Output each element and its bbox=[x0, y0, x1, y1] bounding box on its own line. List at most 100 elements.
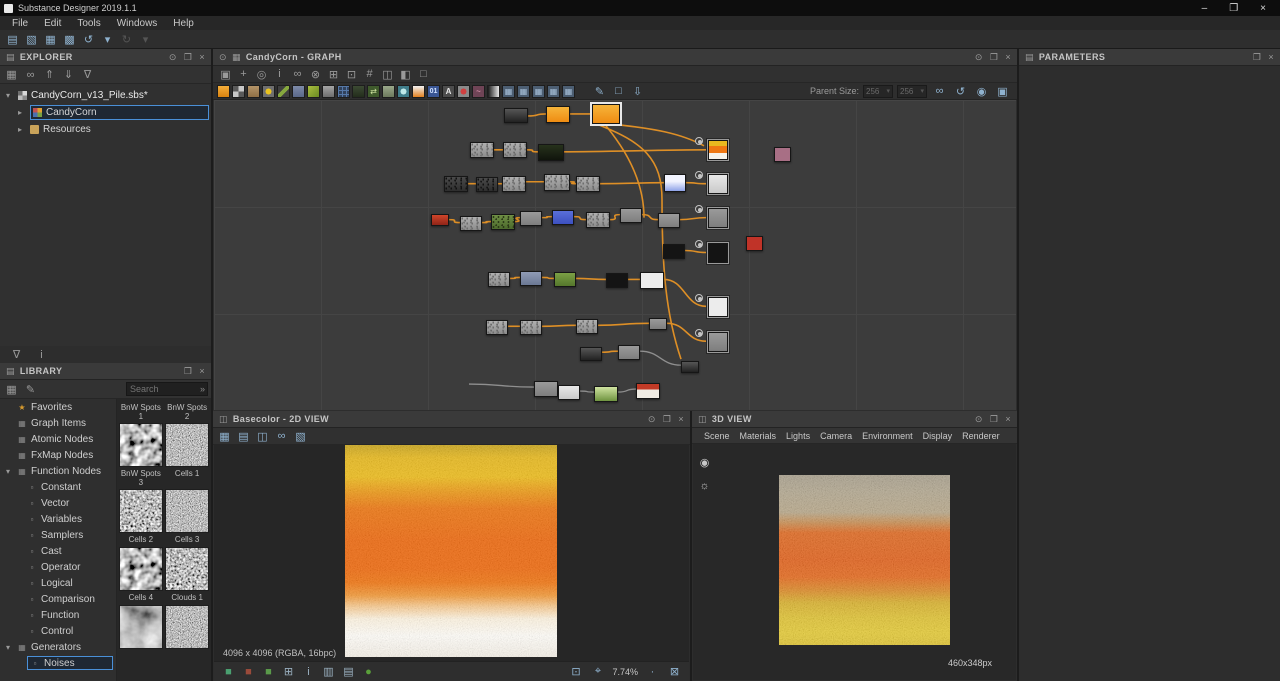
channel-red-icon[interactable]: ■ bbox=[240, 664, 257, 680]
library-thumbnail[interactable] bbox=[119, 423, 163, 467]
link-mode-icon[interactable]: ∞ bbox=[289, 66, 306, 82]
graph-node[interactable] bbox=[538, 144, 564, 161]
shape-node-icon[interactable] bbox=[397, 85, 410, 98]
graph-node[interactable] bbox=[664, 174, 686, 192]
graph-node[interactable] bbox=[444, 176, 468, 192]
gradient-map-node-icon[interactable] bbox=[487, 85, 500, 98]
fxmap-node-icon[interactable]: ▦ bbox=[502, 85, 515, 98]
graph-node[interactable] bbox=[618, 345, 640, 360]
minimize-button[interactable]: – bbox=[1202, 3, 1208, 14]
text-node-icon[interactable]: A bbox=[442, 85, 455, 98]
undo-menu-icon[interactable]: ▾ bbox=[99, 31, 116, 47]
pixel-processor-node-icon[interactable]: ▦ bbox=[562, 85, 575, 98]
comment-icon[interactable]: ✎ bbox=[591, 83, 608, 99]
panel-menu-icon[interactable]: ▤ bbox=[1025, 52, 1034, 63]
view2d-tab-title[interactable]: Basecolor - 2D VIEW bbox=[233, 414, 329, 424]
library-category-favorites[interactable]: ★Favorites bbox=[0, 399, 116, 415]
graph-node[interactable] bbox=[658, 213, 680, 228]
library-thumbnail[interactable] bbox=[165, 423, 209, 467]
graph-node[interactable] bbox=[476, 177, 498, 192]
panel-menu-icon[interactable]: ▤ bbox=[6, 52, 15, 63]
link-views-icon[interactable]: ∞ bbox=[273, 428, 290, 444]
export-icon[interactable]: ⇓ bbox=[60, 67, 77, 83]
library-category-cast[interactable]: ▫Cast bbox=[0, 543, 116, 559]
panel-menu-icon[interactable]: ▤ bbox=[6, 366, 15, 377]
blend-node-icon[interactable] bbox=[232, 85, 245, 98]
slope-blur-node-icon[interactable] bbox=[277, 85, 290, 98]
graph-node[interactable] bbox=[708, 243, 728, 263]
directional-warp-node-icon[interactable] bbox=[292, 85, 305, 98]
graph-canvas[interactable] bbox=[214, 100, 1016, 410]
compare-icon[interactable]: ◫ bbox=[379, 66, 396, 82]
fxmap-quadrant-node-icon[interactable]: ▦ bbox=[517, 85, 530, 98]
unlink-icon[interactable]: ⊗ bbox=[307, 66, 324, 82]
library-edit-icon[interactable]: ✎ bbox=[22, 381, 39, 397]
link-size-icon[interactable]: ∞ bbox=[931, 83, 948, 99]
pixel-perfect-icon[interactable]: # bbox=[361, 66, 378, 82]
mirror-node-icon[interactable] bbox=[382, 85, 395, 98]
graph-node[interactable] bbox=[636, 383, 660, 399]
restore-button[interactable]: ❐ bbox=[1229, 3, 1238, 14]
dropper-icon[interactable]: ◉ bbox=[973, 83, 990, 99]
gradient-node-icon[interactable] bbox=[412, 85, 425, 98]
camera-icon[interactable]: ◉ bbox=[696, 454, 713, 470]
zoom-tool-icon[interactable]: ◎ bbox=[253, 66, 270, 82]
graph-node[interactable] bbox=[488, 272, 510, 287]
caret-down-icon[interactable]: ▾ bbox=[6, 91, 14, 100]
library-category-graph-items[interactable]: ▦Graph Items bbox=[0, 415, 116, 431]
view3d-menu-scene[interactable]: Scene bbox=[700, 431, 734, 441]
snapshot-icon[interactable]: ▣ bbox=[994, 83, 1011, 99]
graph-node[interactable] bbox=[576, 319, 598, 334]
graph-node[interactable] bbox=[774, 147, 791, 162]
caret-down-icon[interactable]: ▾ bbox=[6, 467, 13, 476]
lock-zoom-icon[interactable]: ⊠ bbox=[666, 664, 683, 680]
light-icon[interactable]: ☼ bbox=[696, 478, 713, 494]
close-icon[interactable]: × bbox=[1005, 414, 1011, 425]
value-node-icon[interactable]: 01 bbox=[427, 85, 440, 98]
view3d-tab-title[interactable]: 3D VIEW bbox=[712, 414, 752, 424]
library-item[interactable]: BnW Spots 3 bbox=[118, 423, 163, 487]
graph-node[interactable] bbox=[503, 142, 527, 158]
graph-node[interactable] bbox=[491, 214, 515, 230]
graph-node[interactable] bbox=[486, 320, 508, 335]
caret-right-icon[interactable]: ▸ bbox=[18, 125, 26, 134]
save-package-icon[interactable]: ▦ bbox=[3, 67, 20, 83]
graph-node[interactable] bbox=[640, 272, 664, 289]
pin-icon[interactable]: ⊙ bbox=[648, 414, 656, 425]
library-item[interactable]: Cells 4 bbox=[118, 547, 163, 603]
graph-node[interactable] bbox=[460, 216, 482, 231]
graph-node[interactable] bbox=[544, 174, 570, 191]
tile-sampler-node-icon[interactable] bbox=[337, 85, 350, 98]
library-thumbnail[interactable] bbox=[165, 605, 209, 649]
library-category-operator[interactable]: ▫Operator bbox=[0, 559, 116, 575]
copy-image-icon[interactable]: ◫ bbox=[254, 428, 271, 444]
fxmap-switch-node-icon[interactable]: ▦ bbox=[532, 85, 545, 98]
graph-item-row[interactable]: ▸ CandyCorn bbox=[12, 104, 211, 121]
graph-node[interactable] bbox=[558, 385, 580, 400]
undo-icon[interactable]: ↺ bbox=[80, 31, 97, 47]
graph-node[interactable] bbox=[552, 210, 574, 225]
graph-node[interactable] bbox=[504, 108, 528, 123]
warp-node-icon[interactable] bbox=[307, 85, 320, 98]
open-package-icon[interactable]: ▧ bbox=[23, 31, 40, 47]
library-thumbnail[interactable] bbox=[119, 489, 163, 533]
close-icon[interactable]: × bbox=[199, 52, 205, 63]
close-icon[interactable]: × bbox=[199, 366, 205, 377]
graph-node[interactable] bbox=[708, 332, 728, 352]
graph-node[interactable] bbox=[649, 318, 667, 330]
view3d-menu-display[interactable]: Display bbox=[919, 431, 957, 441]
background-toggle-icon[interactable]: ▧ bbox=[292, 428, 309, 444]
graph-node[interactable] bbox=[663, 244, 685, 259]
transform-node-icon[interactable]: ⇄ bbox=[367, 85, 380, 98]
graph-node[interactable] bbox=[606, 273, 628, 288]
view3d-canvas[interactable]: ◉☼ 460x348px bbox=[693, 444, 1016, 680]
menu-file[interactable]: File bbox=[4, 18, 36, 29]
pin-icon[interactable]: ⊙ bbox=[975, 52, 983, 63]
library-item[interactable]: Cells 2 bbox=[118, 489, 163, 545]
anisotropic-blur-node-icon[interactable] bbox=[262, 85, 275, 98]
fxmap-iterate-node-icon[interactable]: ▦ bbox=[547, 85, 560, 98]
graph-node[interactable] bbox=[620, 208, 642, 223]
menu-windows[interactable]: Windows bbox=[109, 18, 166, 29]
library-category-samplers[interactable]: ▫Samplers bbox=[0, 527, 116, 543]
selected-graph-item[interactable]: CandyCorn bbox=[30, 105, 209, 120]
